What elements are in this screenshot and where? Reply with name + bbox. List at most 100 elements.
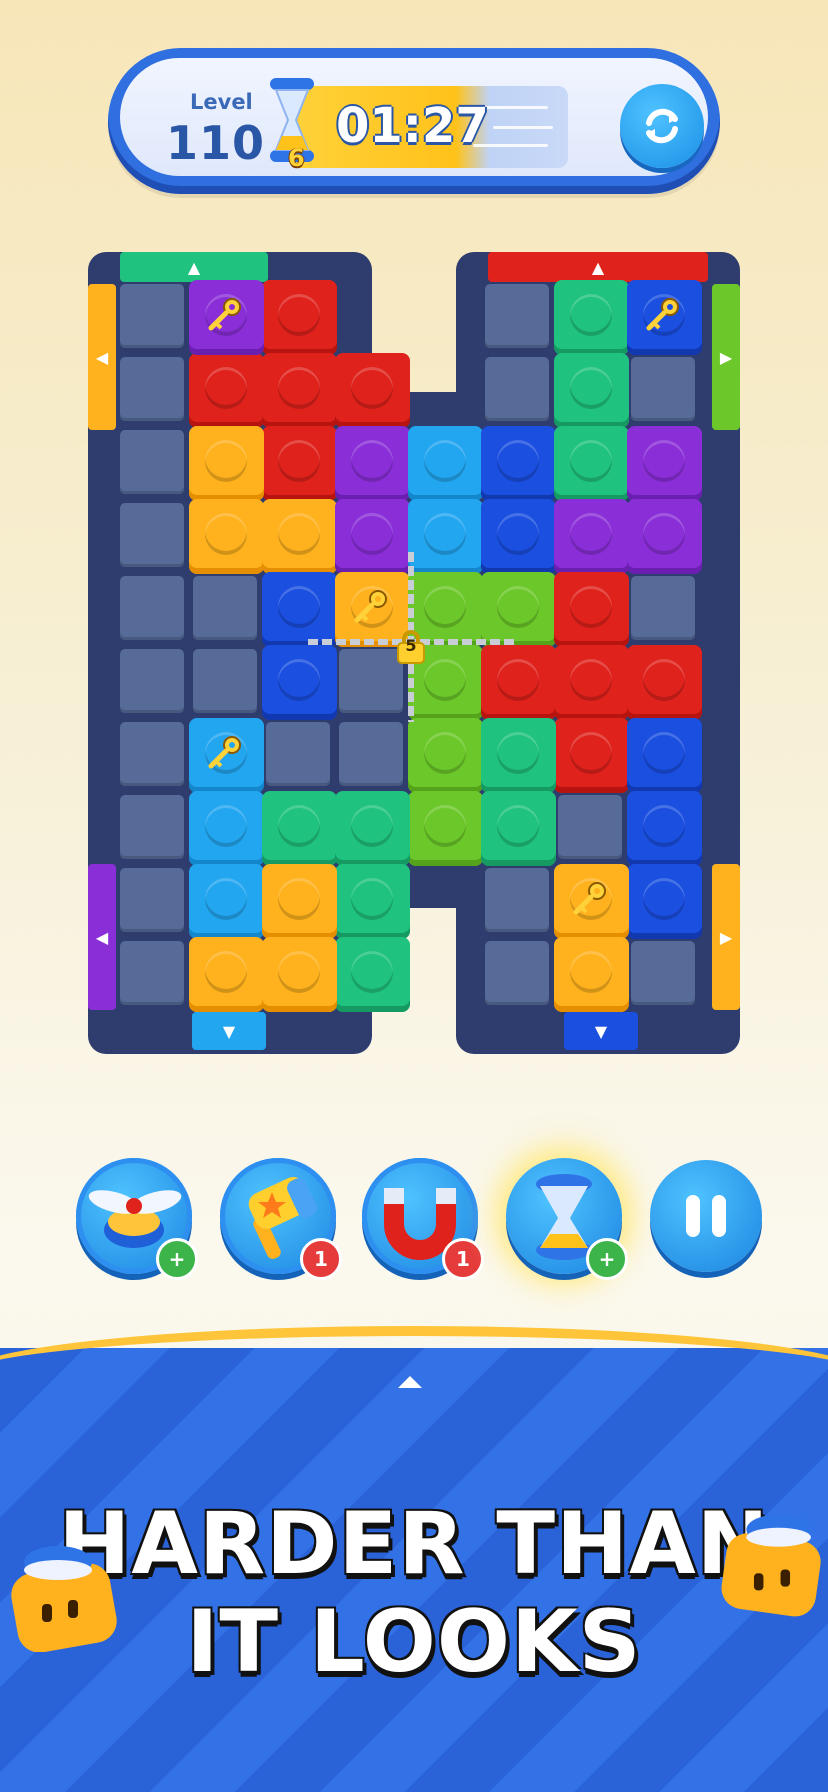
orange-l-block[interactable] bbox=[189, 426, 264, 501]
board-cell bbox=[120, 649, 184, 713]
block-stud bbox=[351, 878, 393, 920]
green-t-block[interactable] bbox=[335, 937, 410, 1012]
board-cell bbox=[193, 576, 257, 640]
booster-magnet[interactable]: 1 bbox=[362, 1158, 484, 1280]
blue-key-block[interactable] bbox=[627, 280, 702, 355]
blue-bar-block-right[interactable] bbox=[627, 718, 702, 793]
booster-hammer[interactable]: 1 bbox=[220, 1158, 342, 1280]
block-stud bbox=[424, 440, 466, 482]
booster-hourglass[interactable]: + bbox=[506, 1158, 628, 1280]
red-plus-block-right[interactable] bbox=[554, 718, 629, 793]
puzzle-board: ▲ ▲ ◀ ◀ ▶ ▶ ▼ ▼ 5 bbox=[88, 252, 740, 1054]
refresh-button[interactable] bbox=[620, 84, 704, 168]
purple-key-block[interactable] bbox=[189, 280, 264, 355]
orange-key-bar-block[interactable] bbox=[554, 864, 629, 939]
level-number: 110 bbox=[166, 116, 266, 170]
purple-bar-block[interactable] bbox=[335, 426, 410, 501]
blue-bar-block-right[interactable] bbox=[627, 791, 702, 866]
red-plus-block[interactable] bbox=[262, 353, 337, 428]
cyan-bar-block[interactable] bbox=[408, 426, 483, 501]
block-stud bbox=[205, 878, 247, 920]
board-cell bbox=[193, 649, 257, 713]
block-mascot-icon-right bbox=[721, 1514, 821, 1617]
block-stud bbox=[424, 805, 466, 847]
green-t-block[interactable] bbox=[335, 791, 410, 866]
booster-propeller-badge: + bbox=[156, 1238, 198, 1280]
purple-l-block[interactable] bbox=[627, 499, 702, 574]
orange-l-block-bottom[interactable] bbox=[262, 937, 337, 1012]
exit-top-red: ▲ bbox=[488, 252, 708, 282]
orange-key-bar-block[interactable] bbox=[554, 937, 629, 1012]
key-icon bbox=[208, 736, 241, 769]
lime-bar-block-a[interactable] bbox=[408, 791, 483, 866]
block-stud bbox=[570, 294, 612, 336]
timer-value: 01:27 bbox=[336, 98, 489, 154]
purple-l-block[interactable] bbox=[627, 426, 702, 501]
block-stud bbox=[351, 440, 393, 482]
block-stud bbox=[570, 586, 612, 628]
block-stud bbox=[351, 951, 393, 993]
board-cell bbox=[485, 941, 549, 1005]
block-stud bbox=[278, 440, 320, 482]
cyan-key-bar-block[interactable] bbox=[189, 791, 264, 866]
green-bar-block-b[interactable] bbox=[481, 718, 556, 793]
board-cell bbox=[485, 868, 549, 932]
cyan-key-bar-block[interactable] bbox=[189, 718, 264, 793]
board-cell bbox=[485, 284, 549, 348]
board-cell bbox=[631, 357, 695, 421]
board-cell bbox=[339, 722, 403, 786]
lime-bar-block-a[interactable] bbox=[408, 718, 483, 793]
board-cell bbox=[120, 503, 184, 567]
level-label: Level bbox=[190, 90, 253, 114]
headline-line1: HARDER THAN bbox=[58, 1494, 770, 1594]
orange-l-block[interactable] bbox=[189, 499, 264, 574]
block-stud bbox=[497, 732, 539, 774]
board-cell bbox=[120, 576, 184, 640]
block-stud bbox=[351, 805, 393, 847]
booster-hourglass-badge: + bbox=[586, 1238, 628, 1280]
pause-icon bbox=[686, 1195, 700, 1237]
block-stud bbox=[643, 878, 685, 920]
green-t-block[interactable] bbox=[335, 864, 410, 939]
red-plus-block[interactable] bbox=[262, 426, 337, 501]
red-plus-block-right[interactable] bbox=[627, 645, 702, 720]
red-plus-block[interactable] bbox=[335, 353, 410, 428]
red-plus-block[interactable] bbox=[189, 353, 264, 428]
blue-bar-block-mid[interactable] bbox=[481, 426, 556, 501]
booster-propeller[interactable]: + bbox=[76, 1158, 198, 1280]
block-stud bbox=[570, 732, 612, 774]
cyan-key-bar-block[interactable] bbox=[189, 864, 264, 939]
booster-magnet-badge: 1 bbox=[442, 1238, 484, 1280]
hourglass-count: 6 bbox=[288, 144, 305, 172]
board-cell bbox=[266, 722, 330, 786]
exit-left-orange: ◀ bbox=[88, 284, 116, 430]
banner-arrow-icon bbox=[398, 1376, 422, 1388]
exit-right-orange: ▶ bbox=[712, 864, 740, 1010]
block-stud bbox=[351, 367, 393, 409]
green-bar-block[interactable] bbox=[554, 353, 629, 428]
red-plus-block-right[interactable] bbox=[554, 572, 629, 647]
green-bar-block-b[interactable] bbox=[481, 791, 556, 866]
board-cell bbox=[120, 357, 184, 421]
green-t-block[interactable] bbox=[262, 791, 337, 866]
key-icon bbox=[646, 298, 679, 331]
exit-bottom-blue: ▼ bbox=[564, 1012, 638, 1050]
block-stud bbox=[278, 513, 320, 555]
red-plus-block[interactable] bbox=[262, 280, 337, 355]
block-stud bbox=[570, 367, 612, 409]
block-stud bbox=[278, 878, 320, 920]
blue-bar-block-right[interactable] bbox=[627, 864, 702, 939]
purple-l-block[interactable] bbox=[554, 499, 629, 574]
orange-l-block-bottom[interactable] bbox=[262, 864, 337, 939]
block-stud bbox=[497, 805, 539, 847]
pause-button[interactable] bbox=[650, 1160, 762, 1272]
orange-l-block-bottom[interactable] bbox=[189, 937, 264, 1012]
block-stud bbox=[424, 513, 466, 555]
board-cell bbox=[120, 795, 184, 859]
block-stud bbox=[278, 367, 320, 409]
green-bar-block[interactable] bbox=[554, 426, 629, 501]
green-bar-block[interactable] bbox=[554, 280, 629, 355]
red-plus-block-right[interactable] bbox=[554, 645, 629, 720]
block-stud bbox=[570, 951, 612, 993]
block-stud bbox=[351, 513, 393, 555]
